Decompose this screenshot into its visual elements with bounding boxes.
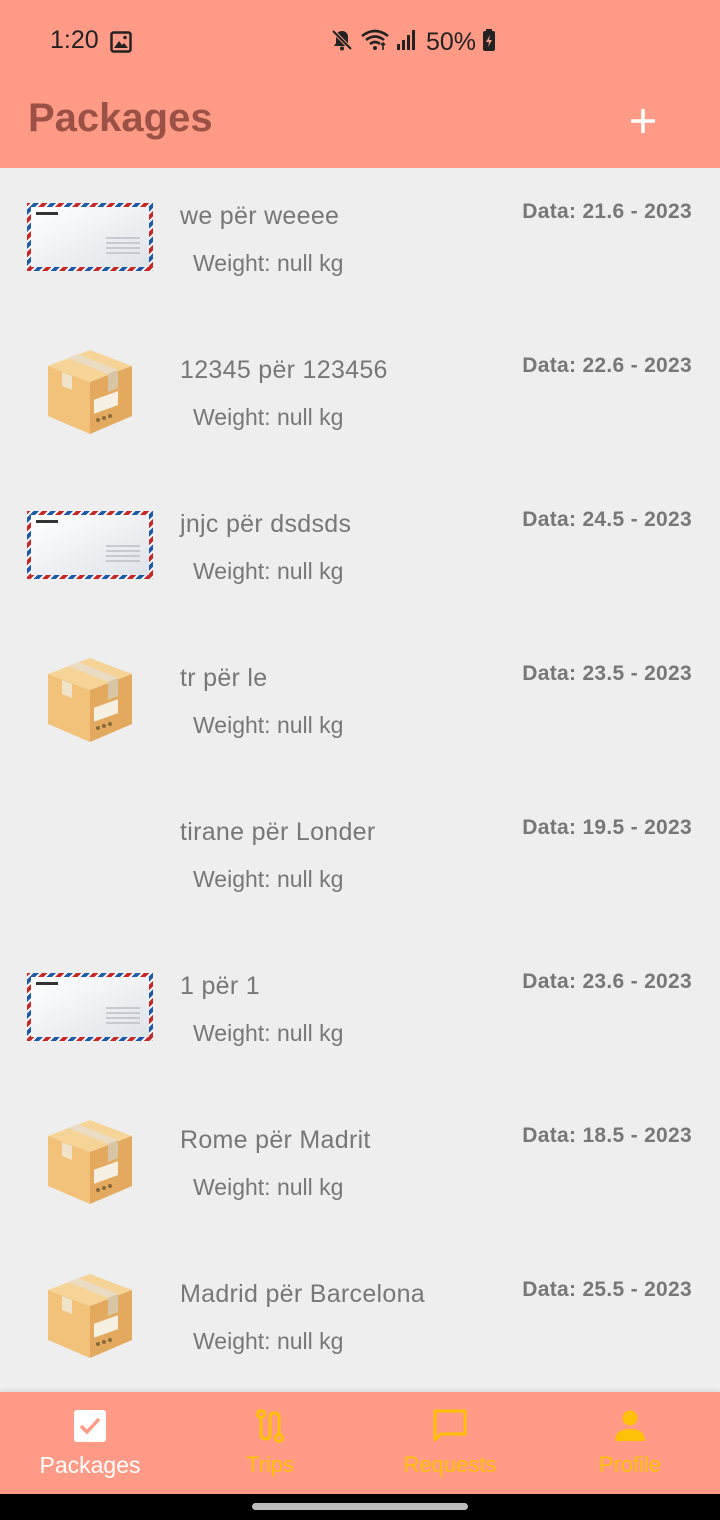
- package-route: tirane për Londer: [180, 818, 376, 846]
- home-handle[interactable]: [252, 1503, 468, 1510]
- package-date: Data: 19.5 - 2023: [522, 816, 692, 839]
- package-box-image: [44, 1270, 136, 1362]
- package-list-item[interactable]: we për weeee Weight: null kg Data: 21.6 - …: [0, 168, 720, 322]
- package-box-image: [44, 346, 136, 438]
- package-date: Data: 25.5 - 2023: [522, 1278, 692, 1301]
- route-icon: [256, 1409, 284, 1443]
- package-weight: Weight: null kg: [193, 250, 344, 276]
- package-route: 12345 për 123456: [180, 356, 388, 384]
- package-list-item[interactable]: jnjc për dsdsds Weight: null kg Data: 24.5…: [0, 476, 720, 630]
- package-date: Data: 18.5 - 2023: [522, 1124, 692, 1147]
- status-bar: 1:20 50%: [0, 0, 720, 84]
- battery-level: 50%: [426, 27, 477, 56]
- package-route: tr për le: [180, 664, 268, 692]
- nav-requests[interactable]: Requests: [360, 1392, 540, 1494]
- package-box-image: [44, 654, 136, 746]
- system-nav-bar: [0, 1494, 720, 1520]
- battery-icon: [482, 28, 496, 57]
- chat-icon: [433, 1409, 467, 1442]
- package-date: Data: 22.6 - 2023: [522, 354, 692, 377]
- signal-icon: [396, 29, 418, 56]
- nav-profile[interactable]: Profile: [540, 1392, 720, 1494]
- package-list: we për weeee Weight: null kg Data: 21.6 - …: [0, 168, 720, 1392]
- app-bar: Packages: [0, 84, 720, 168]
- envelope-image: [26, 510, 154, 580]
- status-icons: 50%: [330, 28, 496, 56]
- envelope-image: [26, 202, 154, 272]
- mute-icon: [330, 28, 354, 57]
- package-box-image: [44, 1116, 136, 1208]
- nav-trips[interactable]: Trips: [180, 1392, 360, 1494]
- package-list-item[interactable]: 1 për 1 Weight: null kg Data: 23.6 - 2023: [0, 938, 720, 1092]
- image-icon: [110, 31, 132, 53]
- package-weight: Weight: null kg: [193, 866, 344, 892]
- nav-packages[interactable]: Packages: [0, 1392, 180, 1494]
- package-date: Data: 23.5 - 2023: [522, 662, 692, 685]
- package-route: 1 për 1: [180, 972, 260, 1000]
- package-route: Rome për Madrit: [180, 1126, 371, 1154]
- nav-label-trips: Trips: [245, 1452, 295, 1477]
- bottom-nav: Packages Trips Requests Profile: [0, 1392, 720, 1494]
- package-list-item[interactable]: Madrid për Barcelona Weight: null kg Data:…: [0, 1246, 720, 1392]
- package-list-item[interactable]: tirane për Londer Weight: null kg Data: 19…: [0, 784, 720, 938]
- package-list-item[interactable]: Rome për Madrit Weight: null kg Data: 18.5…: [0, 1092, 720, 1246]
- package-route: Madrid për Barcelona: [180, 1280, 426, 1308]
- package-weight: Weight: null kg: [193, 712, 344, 738]
- package-list-item[interactable]: 12345 për 123456 Weight: null kg Data: 22.…: [0, 322, 720, 476]
- package-route: jnjc për dsdsds: [180, 510, 352, 538]
- add-package-button[interactable]: [618, 96, 668, 146]
- package-date: Data: 21.6 - 2023: [522, 200, 692, 223]
- package-route: we për weeee: [180, 202, 340, 230]
- package-weight: Weight: null kg: [193, 1174, 344, 1200]
- package-weight: Weight: null kg: [193, 1020, 344, 1046]
- package-date: Data: 24.5 - 2023: [522, 508, 692, 531]
- checkbox-icon: [74, 1410, 106, 1442]
- package-weight: Weight: null kg: [193, 1328, 344, 1354]
- nav-label-packages: Packages: [39, 1452, 141, 1478]
- person-icon: [615, 1410, 645, 1441]
- wifi-icon: [360, 28, 390, 57]
- status-time: 1:20: [50, 26, 99, 54]
- plus-icon: [631, 109, 655, 133]
- nav-label-profile: Profile: [598, 1452, 662, 1477]
- envelope-image: [26, 972, 154, 1042]
- nav-label-requests: Requests: [403, 1452, 497, 1477]
- package-list-item[interactable]: tr për le Weight: null kg Data: 23.5 - 202…: [0, 630, 720, 784]
- package-weight: Weight: null kg: [193, 404, 344, 430]
- package-weight: Weight: null kg: [193, 558, 344, 584]
- package-date: Data: 23.6 - 2023: [522, 970, 692, 993]
- page-title: Packages: [28, 96, 213, 140]
